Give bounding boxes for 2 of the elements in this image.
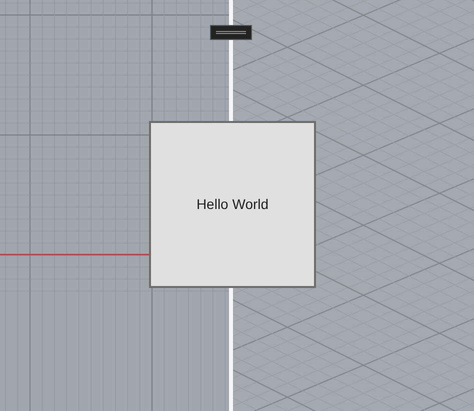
dialog-message: Hello World xyxy=(196,195,269,214)
drag-handle[interactable] xyxy=(210,25,252,40)
